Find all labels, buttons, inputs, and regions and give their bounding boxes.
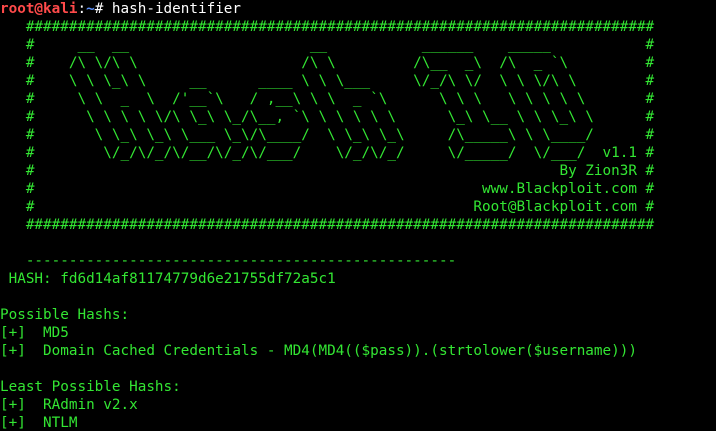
banner-line: # By Zion3R # [0,163,655,179]
banner-line: # /\ \/\ \ /\ \ /\__ _\ /\ _ `\ # [0,55,655,71]
prompt-symbol: # [94,1,112,17]
banner-line: # Root@Blackploit.com # [0,199,655,215]
hash-input-line: HASH: fd6d14af81174779d6e21755df72a5c1 [0,271,336,287]
banner-line: # \ \ \_\ \ __ ____ \ \ \___ \/_/\ \/ \ … [0,73,655,89]
terminal-window[interactable]: root@kali:~# hash-identifier ###########… [0,0,716,431]
banner-line: # \ \_\ \_\ \___ \_\/\____/ \ \_\ \_\ /\… [0,127,655,143]
possible-hashes-title: Possible Hashs: [0,307,130,323]
banner-line: # \/_/\/_/\/__/\/_/\/___/ \/_/\/_/ \/___… [0,145,655,161]
banner-line: # \ \ \ \ \/\ \_\ \_/\__, `\ \ \ \ \ \ \… [0,109,655,125]
separator-line: ----------------------------------------… [0,253,457,269]
banner-line: # \ \ _ \ /'__`\ / ,__\ \ \ _ `\ \ \ \ \… [0,91,655,107]
possible-hash-item: [+] MD5 [0,325,69,341]
banner-line: # __ __ __ ______ _____ # [0,37,655,53]
least-possible-hash-item: [+] RAdmin v2.x [0,397,138,413]
prompt-line: root@kali:~# hash-identifier [0,0,716,18]
possible-hash-item: [+] Domain Cached Credentials - MD4(MD4(… [0,343,637,359]
command-text: hash-identifier [111,1,242,17]
banner-line: ########################################… [0,19,655,35]
prompt-user-host: root@kali [0,1,78,17]
banner-line: ########################################… [0,217,655,233]
least-possible-hash-item: [+] NTLM [0,415,78,431]
least-possible-hashes-title: Least Possible Hashs: [0,379,181,395]
prompt-separator: : [77,1,87,17]
banner-line: # www.Blackploit.com # [0,181,655,197]
prompt-path: ~ [86,1,95,17]
